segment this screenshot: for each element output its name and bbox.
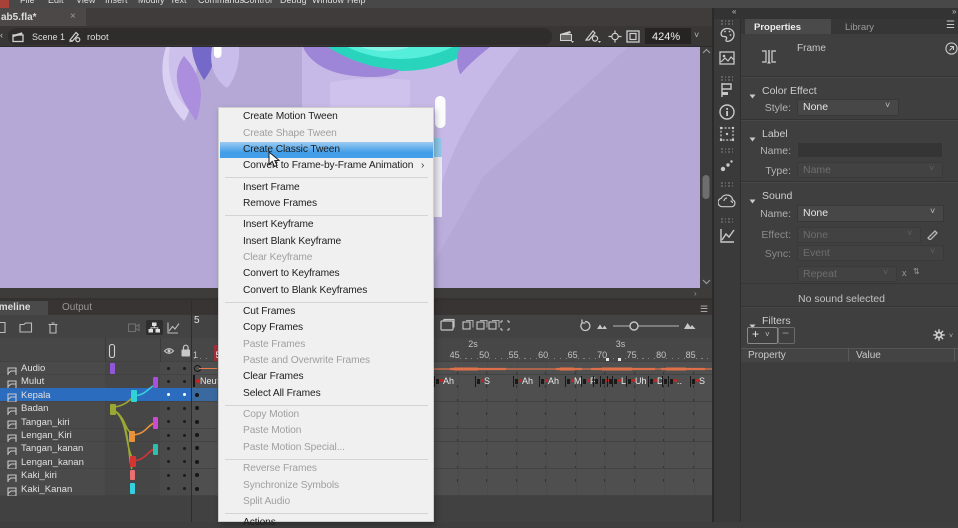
svg-text:˅: ˅ (949, 333, 953, 340)
